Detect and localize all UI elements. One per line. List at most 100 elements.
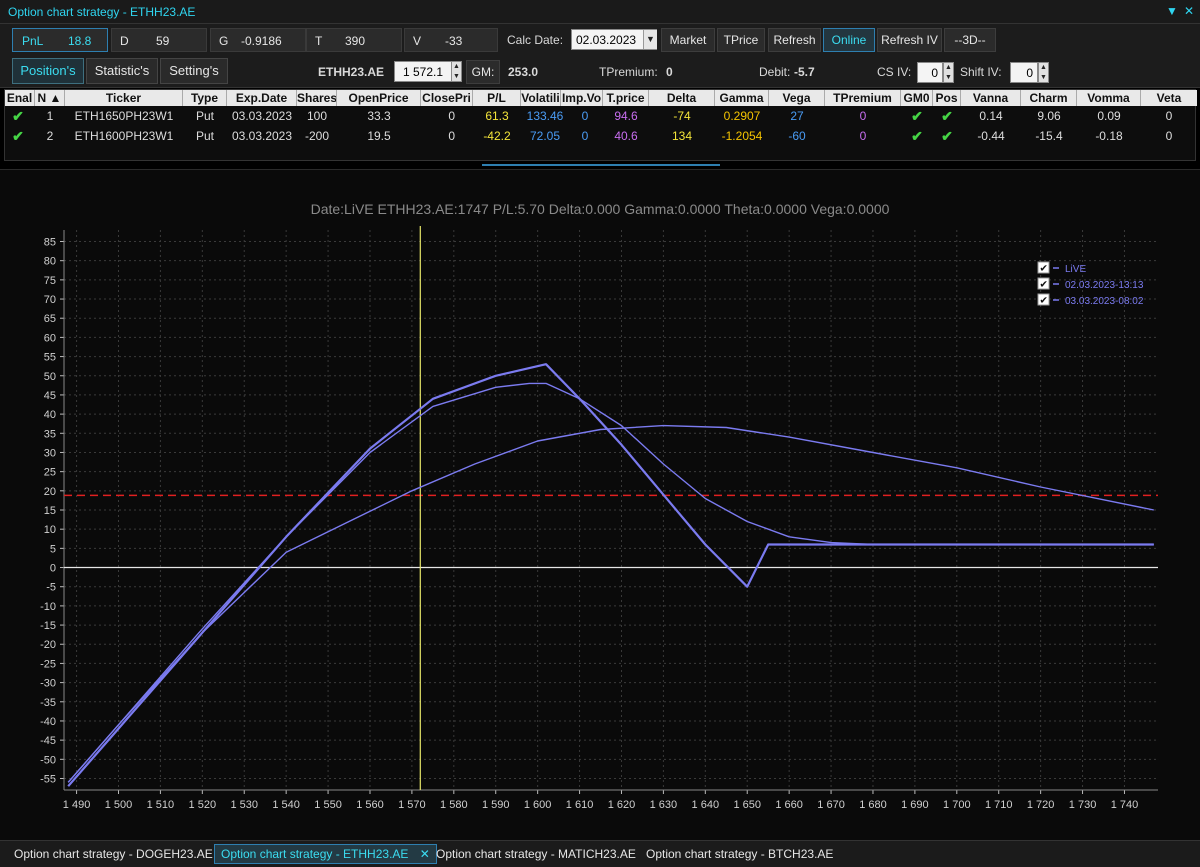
row-open-price[interactable]: 33.3 bbox=[337, 106, 421, 126]
window-tab-btc[interactable]: Option chart strategy - BTCH23.AE bbox=[640, 844, 839, 864]
x-tick-label: 1 540 bbox=[272, 799, 300, 811]
col-header-delta[interactable]: Delta bbox=[649, 90, 715, 106]
col-header-open-price[interactable]: OpenPrice bbox=[337, 90, 421, 106]
delta-box: D 59 bbox=[111, 28, 207, 52]
col-header-vega[interactable]: Vega bbox=[769, 90, 825, 106]
pos-checkbox[interactable]: ✔ bbox=[933, 126, 961, 146]
panel-splitter[interactable] bbox=[482, 164, 720, 166]
payoff-chart-panel[interactable]: Date:LiVE ETHH23.AE:1747 P/L:5.70 Delta:… bbox=[0, 169, 1200, 840]
row-type: Put bbox=[195, 129, 214, 143]
enabled-checkbox[interactable]: ✔ bbox=[5, 126, 31, 146]
window-tab-eth-label: Option chart strategy - ETHH23.AE bbox=[221, 847, 409, 861]
y-tick-label: 60 bbox=[44, 332, 56, 344]
gm0-checkbox[interactable]: ✔ bbox=[901, 126, 933, 146]
col-header-tpremium[interactable]: TPremium bbox=[825, 90, 901, 106]
window-tab-eth[interactable]: Option chart strategy - ETHH23.AE ✕ bbox=[214, 844, 437, 864]
pos-checkbox[interactable]: ✔ bbox=[933, 106, 961, 126]
col-header-n[interactable]: N ▲ bbox=[35, 90, 65, 106]
row-volatility[interactable]: 133.46 bbox=[521, 106, 569, 126]
row-volatility[interactable]: 72.05 bbox=[521, 126, 569, 146]
tab-positions[interactable]: Position's bbox=[12, 58, 84, 84]
row-close-price[interactable]: 0 bbox=[421, 126, 473, 146]
shift-iv-spinner[interactable]: ▲ ▼ bbox=[1038, 62, 1049, 83]
symbol-price-value: 1 572.1 bbox=[403, 65, 444, 79]
col-header-shares[interactable]: Shares bbox=[297, 90, 337, 106]
row-imp-vol: 0 bbox=[581, 129, 589, 143]
col-header-ticker[interactable]: Ticker bbox=[65, 90, 183, 106]
col-header-gamma[interactable]: Gamma bbox=[715, 90, 769, 106]
col-header-exp-date[interactable]: Exp.Date bbox=[227, 90, 297, 106]
close-icon[interactable]: ✕ bbox=[420, 847, 430, 861]
col-header-pl[interactable]: P/L bbox=[473, 90, 521, 106]
row-type: Put bbox=[195, 109, 214, 123]
col-header-gm0[interactable]: GM0 bbox=[901, 90, 933, 106]
window-tab-matic[interactable]: Option chart strategy - MATICH23.AE bbox=[430, 844, 642, 864]
3d-button[interactable]: --3D-- bbox=[944, 28, 996, 52]
col-header-enabled[interactable]: Enal bbox=[5, 90, 35, 106]
symbol-price-field[interactable]: 1 572.1 bbox=[394, 61, 454, 82]
window-tab-doge[interactable]: Option chart strategy - DOGEH23.AE bbox=[8, 844, 219, 864]
pin-icon[interactable]: ▼ bbox=[1166, 4, 1178, 18]
col-header-vomma[interactable]: Vomma bbox=[1077, 90, 1141, 106]
series-line-2 bbox=[67, 382, 1154, 783]
gm0-checkbox[interactable]: ✔ bbox=[901, 106, 933, 126]
x-tick-label: 1 730 bbox=[1069, 799, 1097, 811]
col-header-imp-vol[interactable]: Imp.Vo bbox=[561, 90, 603, 106]
gm-value: 253.0 bbox=[508, 65, 539, 79]
chevron-down-icon[interactable]: ▼ bbox=[643, 30, 657, 49]
refresh-button[interactable]: Refresh bbox=[768, 28, 821, 52]
x-tick-label: 1 700 bbox=[943, 799, 971, 811]
col-header-pos[interactable]: Pos bbox=[933, 90, 961, 106]
payoff-chart[interactable]: Date:LiVE ETHH23.AE:1747 P/L:5.70 Delta:… bbox=[0, 170, 1200, 841]
row-tprice: 94.6 bbox=[614, 109, 638, 123]
tab-statistics[interactable]: Statistic's bbox=[86, 58, 158, 84]
x-tick-label: 1 740 bbox=[1111, 799, 1139, 811]
col-header-vanna[interactable]: Vanna bbox=[961, 90, 1021, 106]
col-header-tprice[interactable]: T.price bbox=[603, 90, 649, 106]
y-tick-label: -30 bbox=[40, 678, 56, 690]
tab-settings[interactable]: Setting's bbox=[160, 58, 228, 84]
row-veta: 0 bbox=[1165, 109, 1173, 123]
row-tprice: 40.6 bbox=[614, 129, 638, 143]
enabled-checkbox[interactable]: ✔ bbox=[5, 106, 31, 126]
legend-label: 03.03.2023-08:02 bbox=[1065, 296, 1144, 307]
close-icon[interactable]: ✕ bbox=[1184, 4, 1194, 18]
y-tick-label: 30 bbox=[44, 447, 56, 459]
row-close-price[interactable]: 0 bbox=[421, 106, 473, 126]
x-tick-label: 1 520 bbox=[189, 799, 217, 811]
symbol-price-spinner[interactable]: ▲ ▼ bbox=[451, 61, 462, 82]
y-tick-label: 5 bbox=[50, 543, 56, 555]
tprice-button[interactable]: TPrice bbox=[717, 28, 765, 52]
stats-toolbar: PnL 18.8 D 59 G -0.9186 T 390 V -33 Calc… bbox=[0, 24, 1200, 56]
y-tick-label: -20 bbox=[40, 639, 56, 651]
row-delta: 134 bbox=[671, 129, 693, 143]
online-button[interactable]: Online bbox=[823, 28, 875, 52]
x-tick-label: 1 590 bbox=[482, 799, 510, 811]
refresh-iv-button[interactable]: Refresh IV bbox=[877, 28, 942, 52]
row-vega: 27 bbox=[790, 109, 804, 123]
x-tick-label: 1 530 bbox=[230, 799, 258, 811]
x-tick-label: 1 670 bbox=[817, 799, 845, 811]
gm-button[interactable]: GM: bbox=[466, 60, 500, 84]
cs-iv-spinner[interactable]: ▲ ▼ bbox=[943, 62, 954, 83]
col-header-veta[interactable]: Veta bbox=[1141, 90, 1197, 106]
shift-iv-value: 0 bbox=[1026, 66, 1033, 80]
shift-iv-field[interactable]: 0 bbox=[1010, 62, 1038, 83]
y-tick-label: -15 bbox=[40, 620, 56, 632]
series-line-1 bbox=[67, 363, 1154, 787]
y-tick-label: -10 bbox=[40, 601, 56, 613]
col-header-close-price[interactable]: ClosePri bbox=[421, 90, 473, 106]
cs-iv-field[interactable]: 0 bbox=[917, 62, 943, 83]
shift-iv-label: Shift IV: bbox=[960, 65, 1002, 79]
row-shares[interactable]: 100 bbox=[297, 106, 337, 126]
col-header-volatility[interactable]: Volatili bbox=[521, 90, 561, 106]
legend-label: 02.03.2023-13:13 bbox=[1065, 280, 1144, 291]
market-button[interactable]: Market bbox=[661, 28, 715, 52]
col-header-charm[interactable]: Charm bbox=[1021, 90, 1077, 106]
row-open-price[interactable]: 19.5 bbox=[337, 126, 421, 146]
y-tick-label: -35 bbox=[40, 697, 56, 709]
x-tick-label: 1 620 bbox=[608, 799, 636, 811]
col-header-type[interactable]: Type bbox=[183, 90, 227, 106]
gamma-box: G -0.9186 bbox=[210, 28, 306, 52]
row-shares[interactable]: -200 bbox=[297, 126, 337, 146]
